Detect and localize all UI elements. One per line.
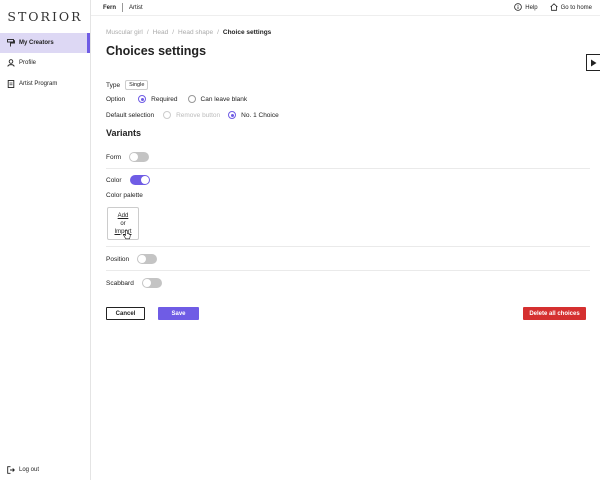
required-label: Required	[151, 95, 178, 103]
breadcrumb-current: Choice settings	[222, 29, 272, 36]
scabbard-row: Scabbard	[106, 278, 162, 288]
save-button[interactable]: Save	[158, 307, 199, 320]
position-toggle[interactable]	[137, 254, 158, 264]
remove-button-radio	[163, 111, 172, 119]
delete-all-choices-button[interactable]: Delete all choices	[523, 307, 586, 320]
add-label: Add	[117, 212, 129, 219]
form-row: Form	[106, 152, 150, 162]
option-row: Option Required Can leave blank	[106, 95, 247, 103]
form-label: Form	[106, 153, 122, 161]
preview-toggle-button[interactable]	[586, 54, 600, 71]
color-palette-row: Color palette	[106, 192, 143, 199]
scabbard-label: Scabbard	[106, 279, 134, 287]
home-label: Go to home	[560, 5, 592, 11]
help-label: Help	[525, 5, 538, 11]
logout-icon	[7, 466, 15, 474]
position-label: Position	[106, 255, 130, 263]
variants-title: Variants	[106, 128, 142, 138]
divider	[106, 270, 590, 271]
app-logo[interactable]: STORIOR	[0, 0, 90, 32]
sidebar-item-artist-program[interactable]: Artist Program	[0, 74, 90, 94]
breadcrumb: Muscular girl / Head / Head shape / Choice …	[106, 29, 271, 36]
paint-roller-icon	[7, 39, 15, 47]
divider	[122, 3, 124, 12]
color-palette-label: Color palette	[106, 192, 143, 199]
divider	[106, 246, 590, 247]
sidebar-item-label: Artist Program	[19, 81, 58, 87]
logout-button[interactable]: Log out	[0, 460, 90, 480]
hand-cursor-icon	[123, 230, 131, 240]
color-row: Color	[106, 175, 150, 185]
no-1-choice-label: No. 1 Choice	[241, 111, 279, 119]
sidebar: STORIOR My Creators Profile Artist Progr…	[0, 0, 91, 480]
account-info: Fern Artist	[91, 3, 143, 12]
cancel-button[interactable]: Cancel	[106, 307, 145, 320]
breadcrumb-item[interactable]: Head shape	[178, 29, 213, 36]
required-radio[interactable]	[138, 95, 147, 103]
color-toggle[interactable]	[129, 175, 150, 185]
type-row: Type Single	[106, 80, 149, 90]
home-icon	[549, 3, 558, 13]
breadcrumb-separator: /	[217, 29, 219, 36]
no-1-choice-radio[interactable]	[228, 111, 237, 119]
user-role: Artist	[129, 4, 143, 11]
form-toggle[interactable]	[129, 152, 150, 162]
go-to-home-link[interactable]: Go to home	[549, 3, 592, 13]
play-icon	[591, 59, 597, 66]
sidebar-item-profile[interactable]: Profile	[0, 53, 90, 73]
info-icon	[514, 3, 523, 13]
sidebar-item-label: Profile	[19, 60, 37, 66]
can-leave-blank-radio[interactable]	[187, 95, 196, 103]
type-value[interactable]: Single	[125, 80, 149, 90]
breadcrumb-separator: /	[146, 29, 149, 36]
divider	[106, 168, 590, 169]
sidebar-item-label: My Creators	[19, 40, 54, 46]
position-row: Position	[106, 254, 158, 264]
page-title: Choices settings	[106, 44, 207, 58]
logout-label: Log out	[19, 467, 40, 473]
scabbard-toggle[interactable]	[141, 278, 162, 288]
can-leave-blank-label: Can leave blank	[200, 95, 248, 103]
document-icon	[7, 80, 15, 88]
help-link[interactable]: Help	[514, 3, 538, 13]
breadcrumb-separator: /	[172, 29, 175, 36]
user-name: Fern	[103, 4, 117, 11]
breadcrumb-item[interactable]: Head	[153, 29, 169, 36]
remove-button-label: Remove button	[176, 111, 221, 119]
or-label: or	[120, 220, 126, 227]
type-label: Type	[106, 81, 121, 89]
main-content: Muscular girl / Head / Head shape / Choice …	[91, 16, 600, 480]
person-icon	[7, 59, 15, 67]
sidebar-item-my-creators[interactable]: My Creators	[0, 33, 90, 53]
option-label: Option	[106, 95, 126, 103]
top-bar: Fern Artist Help Go to home	[91, 0, 600, 16]
color-label: Color	[106, 176, 122, 184]
default-selection-label: Default selection	[106, 111, 155, 119]
breadcrumb-item[interactable]: Muscular girl	[106, 29, 143, 36]
default-selection-row: Default selection Remove button No. 1 Ch…	[106, 111, 279, 119]
